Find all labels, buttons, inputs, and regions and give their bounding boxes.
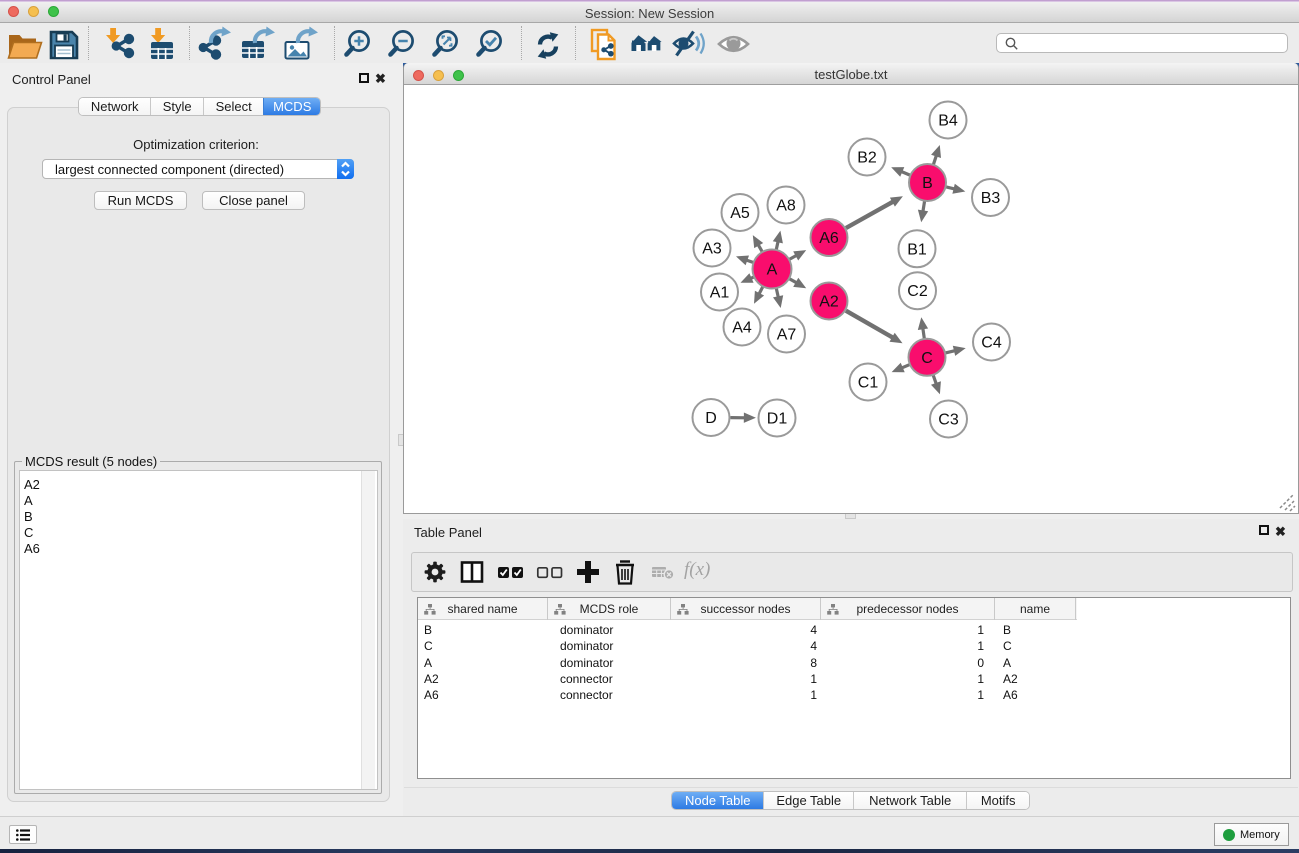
svg-text:D: D: [705, 410, 717, 427]
svg-text:A6: A6: [819, 230, 839, 247]
svg-text:A5: A5: [730, 205, 750, 222]
svg-text:C: C: [921, 350, 933, 367]
svg-text:B4: B4: [938, 113, 958, 130]
svg-text:C4: C4: [981, 335, 1002, 352]
svg-text:B3: B3: [981, 190, 1001, 207]
svg-text:D1: D1: [767, 411, 788, 428]
svg-text:A: A: [767, 262, 778, 279]
svg-text:A3: A3: [702, 241, 722, 258]
svg-text:A2: A2: [819, 294, 839, 311]
svg-text:A1: A1: [710, 285, 730, 302]
svg-text:C2: C2: [907, 283, 928, 300]
svg-text:B: B: [922, 175, 933, 192]
svg-text:A8: A8: [776, 198, 796, 215]
svg-text:B1: B1: [907, 241, 927, 258]
svg-text:C3: C3: [938, 412, 959, 429]
svg-text:A7: A7: [777, 327, 797, 344]
svg-text:B2: B2: [857, 150, 877, 167]
svg-text:A4: A4: [732, 320, 752, 337]
svg-text:C1: C1: [858, 375, 879, 392]
